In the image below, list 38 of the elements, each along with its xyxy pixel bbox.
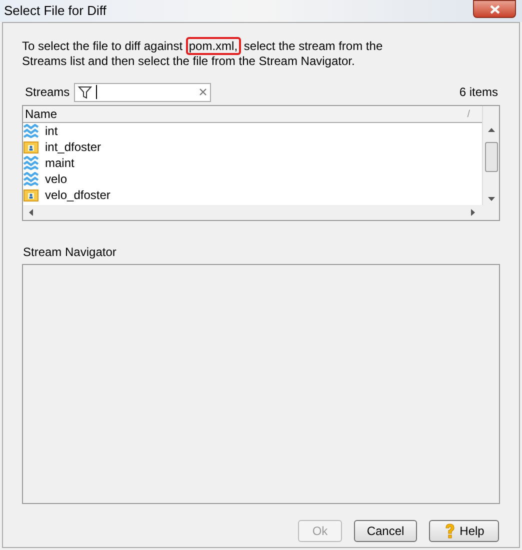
stream-item[interactable]: int: [23, 123, 482, 139]
dialog-button[interactable]: Cancel: [354, 520, 417, 542]
stream-name: int: [45, 123, 58, 140]
question-icon: [444, 523, 456, 539]
scroll-right-icon[interactable]: [471, 209, 475, 216]
stream-item[interactable]: velo: [23, 171, 482, 187]
wave-icon: [23, 156, 39, 170]
filter-field[interactable]: [74, 82, 211, 102]
scroll-down-icon[interactable]: [488, 197, 494, 201]
stream-item[interactable]: maint: [23, 155, 482, 171]
scroll-thumb[interactable]: [484, 142, 498, 172]
vertical-scrollbar[interactable]: [482, 106, 499, 205]
wave-icon: [23, 124, 39, 138]
column-header[interactable]: Name /: [23, 106, 482, 123]
scroll-up-icon[interactable]: [488, 128, 494, 132]
clear-icon[interactable]: [199, 88, 207, 96]
dialog-button[interactable]: Help: [429, 520, 499, 542]
stream-name: velo: [45, 171, 68, 188]
streams-label: Streams: [25, 84, 71, 101]
wave-icon: [23, 172, 39, 186]
folder-icon: [23, 188, 39, 202]
item-count: 6 items: [459, 84, 498, 101]
horizontal-scrollbar[interactable]: [23, 205, 499, 220]
text-cursor: [96, 85, 97, 99]
stream-name: maint: [45, 155, 74, 172]
sort-mark: /: [467, 108, 470, 122]
window-title: Select File for Diff: [4, 2, 106, 20]
folder-icon: [23, 140, 39, 154]
instruction-text: To select the file to diff against pom.xml, select the stream from the Streams list and then select the file from the Stream Navigator.: [22, 39, 384, 69]
stream-item[interactable]: int_dfoster: [23, 139, 482, 155]
close-button[interactable]: [473, 0, 516, 18]
stream-name: velo_dfoster: [45, 187, 110, 204]
scroll-left-icon[interactable]: [29, 209, 33, 216]
filter-icon: [78, 86, 92, 98]
navigator-label: Stream Navigator: [23, 244, 118, 261]
close-icon: [490, 4, 500, 14]
stream-name: int_dfoster: [45, 139, 102, 156]
stream-item[interactable]: velo_dfoster: [23, 187, 482, 203]
